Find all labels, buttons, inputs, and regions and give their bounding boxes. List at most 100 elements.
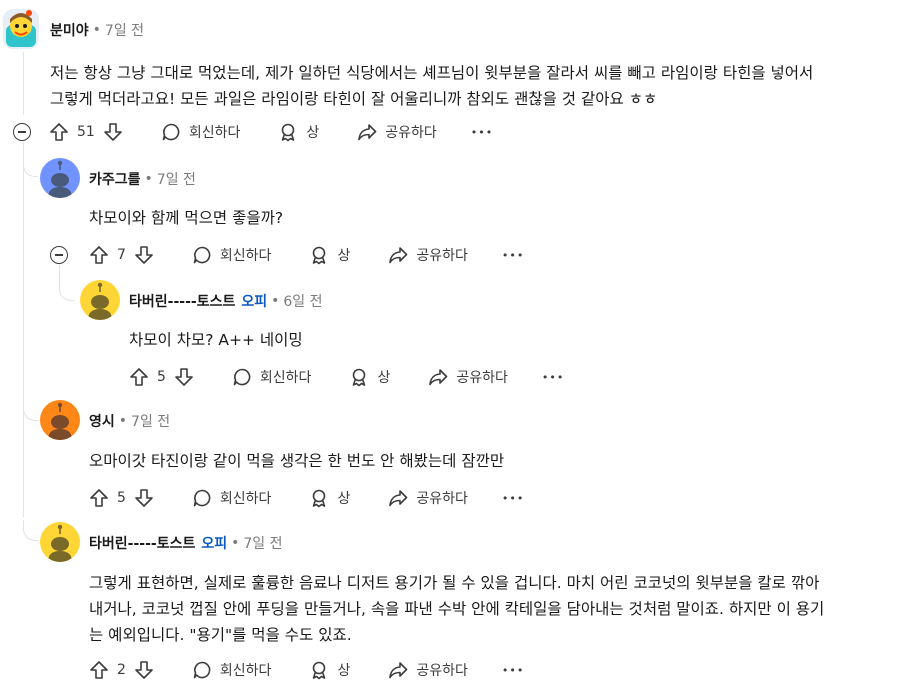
reply-label: 회신하다 bbox=[219, 663, 272, 679]
share-label: 공유하다 bbox=[416, 491, 468, 507]
thread-curve bbox=[23, 520, 38, 541]
op-badge: 오피 bbox=[241, 294, 268, 310]
avatar[interactable] bbox=[80, 280, 120, 320]
award-icon bbox=[282, 123, 295, 142]
reply-button[interactable]: 회신하다 bbox=[161, 122, 241, 142]
thread-line bbox=[23, 142, 24, 517]
award-button[interactable]: 상 bbox=[309, 245, 350, 265]
thread-line bbox=[23, 52, 24, 115]
downvote-icon[interactable] bbox=[134, 660, 154, 680]
award-icon bbox=[313, 489, 326, 508]
upvote-icon[interactable] bbox=[89, 488, 109, 508]
share-button[interactable]: 공유하다 bbox=[428, 367, 508, 387]
downvote-icon[interactable] bbox=[134, 245, 154, 265]
comment-actions: 2 회신하다 상 공유하다 ••• bbox=[89, 656, 524, 684]
comment-body: 저는 항상 그냥 그대로 먹었는데, 제가 일하던 식당에서는 셰프님이 윗부분… bbox=[50, 60, 900, 112]
share-icon bbox=[358, 124, 377, 141]
collapse-icon[interactable] bbox=[13, 123, 31, 141]
timestamp[interactable]: 6일 전 bbox=[283, 291, 322, 311]
reply-button[interactable]: 회신하다 bbox=[232, 367, 312, 387]
award-button[interactable]: 상 bbox=[309, 660, 350, 680]
comment-icon bbox=[162, 123, 180, 141]
award-label: 상 bbox=[337, 663, 351, 679]
comment-body: 오마이갓 타진이랑 같이 먹을 생각은 한 번도 안 해봤는데 잠깐만 bbox=[89, 448, 889, 474]
comment-text-line: 차모이와 함께 먹으면 좋을까? bbox=[89, 209, 284, 227]
timestamp[interactable]: 7일 전 bbox=[243, 533, 282, 553]
reply-label: 회신하다 bbox=[259, 370, 312, 386]
avatar[interactable] bbox=[40, 158, 80, 198]
separator-dot: • bbox=[118, 413, 128, 429]
reply-button[interactable]: 회신하다 bbox=[192, 245, 272, 265]
award-label: 상 bbox=[377, 370, 391, 386]
username[interactable]: 분미야 bbox=[50, 20, 89, 40]
comment-text-line: 그렇게 표현하면, 실제로 훌륭한 음료나 디저트 용기가 될 수 있을 겁니다… bbox=[89, 574, 820, 592]
comment-icon bbox=[193, 489, 211, 507]
separator-dot: • bbox=[231, 535, 240, 551]
more-icon[interactable]: ••• bbox=[542, 371, 564, 384]
more-icon[interactable]: ••• bbox=[502, 664, 524, 677]
username[interactable]: 카주그를 bbox=[89, 169, 141, 189]
comment-icon bbox=[233, 368, 251, 386]
share-button[interactable]: 공유하다 bbox=[357, 122, 437, 142]
username[interactable]: 타버린-----토스트 bbox=[129, 291, 235, 311]
comment-actions: 5 회신하다 상 공유하다 ••• bbox=[129, 363, 564, 391]
share-label: 공유하다 bbox=[385, 125, 437, 141]
downvote-icon[interactable] bbox=[103, 122, 123, 142]
timestamp[interactable]: 7일 전 bbox=[131, 411, 170, 431]
comment-text-line: 오마이갓 타진이랑 같이 먹을 생각은 한 번도 안 해봤는데 잠깐만 bbox=[89, 452, 505, 470]
thread-curve bbox=[23, 160, 38, 177]
comment-header: 카주그를 • 7일 전 bbox=[89, 169, 196, 189]
comment-text-line: 차모이 차모? A++ 네이밍 bbox=[129, 331, 303, 349]
share-button[interactable]: 공유하다 bbox=[388, 660, 468, 680]
separator-dot: • bbox=[144, 171, 153, 187]
comment-body: 그렇게 표현하면, 실제로 훌륭한 음료나 디저트 용기가 될 수 있을 겁니다… bbox=[89, 570, 900, 648]
more-icon[interactable]: ••• bbox=[471, 126, 493, 139]
avatar[interactable] bbox=[40, 400, 80, 440]
more-icon[interactable]: ••• bbox=[502, 249, 524, 262]
award-label: 상 bbox=[306, 125, 320, 141]
reply-label: 회신하다 bbox=[219, 248, 272, 264]
vote-count: 7 bbox=[117, 247, 126, 263]
upvote-icon[interactable] bbox=[89, 660, 109, 680]
comment-actions: 5 회신하다 상 공유하다 ••• bbox=[89, 484, 524, 512]
award-button[interactable]: 상 bbox=[349, 367, 390, 387]
downvote-icon[interactable] bbox=[134, 488, 154, 508]
reply-label: 회신하다 bbox=[219, 491, 272, 507]
share-icon bbox=[389, 662, 408, 679]
separator-dot: • bbox=[92, 22, 101, 38]
award-button[interactable]: 상 bbox=[309, 488, 350, 508]
comment-header: 영시 • 7일 전 bbox=[89, 411, 170, 431]
op-badge: 오피 bbox=[201, 536, 228, 552]
award-label: 상 bbox=[337, 248, 351, 264]
upvote-icon[interactable] bbox=[89, 245, 109, 265]
avatar[interactable] bbox=[40, 522, 80, 562]
share-icon bbox=[389, 490, 408, 507]
comment-text-line: 내거나, 코코넛 껍질 안에 푸딩을 만들거나, 속을 파낸 수박 안에 칵테일… bbox=[89, 600, 825, 618]
downvote-icon[interactable] bbox=[174, 367, 194, 387]
upvote-icon[interactable] bbox=[129, 367, 149, 387]
award-icon bbox=[313, 661, 326, 680]
comment-icon bbox=[193, 661, 211, 679]
username[interactable]: 영시 bbox=[89, 411, 115, 431]
share-button[interactable]: 공유하다 bbox=[388, 245, 468, 265]
upvote-icon[interactable] bbox=[49, 122, 69, 142]
vote-count: 51 bbox=[77, 124, 95, 140]
separator-dot: • bbox=[271, 293, 280, 309]
award-button[interactable]: 상 bbox=[278, 122, 319, 142]
comment-icon bbox=[193, 246, 211, 264]
comment-header: 타버린-----토스트 오피 • 6일 전 bbox=[129, 291, 323, 311]
thread-curve bbox=[23, 400, 38, 421]
comment-actions: 7 회신하다 상 공유하다 ••• bbox=[89, 241, 524, 269]
timestamp[interactable]: 7일 전 bbox=[157, 169, 196, 189]
username[interactable]: 타버린-----토스트 bbox=[89, 533, 195, 553]
more-icon[interactable]: ••• bbox=[502, 492, 524, 505]
reply-button[interactable]: 회신하다 bbox=[192, 488, 272, 508]
reply-label: 회신하다 bbox=[188, 125, 241, 141]
comment-header: 분미야 • 7일 전 bbox=[50, 20, 144, 40]
timestamp[interactable]: 7일 전 bbox=[105, 20, 144, 40]
share-button[interactable]: 공유하다 bbox=[388, 488, 468, 508]
vote-count: 5 bbox=[117, 490, 126, 506]
collapse-icon[interactable] bbox=[50, 246, 68, 264]
avatar[interactable] bbox=[3, 9, 39, 49]
reply-button[interactable]: 회신하다 bbox=[192, 660, 272, 680]
